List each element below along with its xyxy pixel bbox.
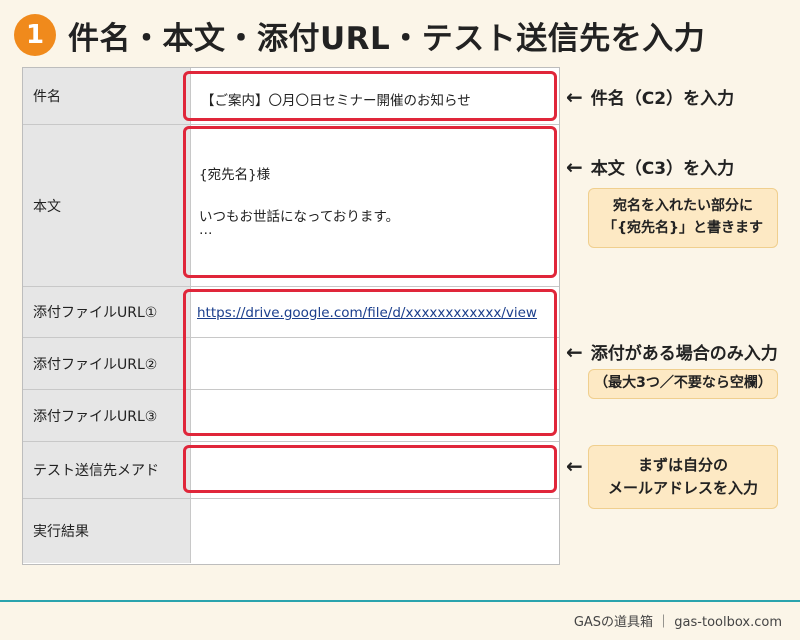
body-annotation-text: 本文（C3）を入力 (590, 159, 735, 179)
attach-note-text: （最大3つ／不要なら空欄） (594, 375, 772, 392)
page-title: 件名・本文・添付URL・テスト送信先を入力 (68, 20, 706, 57)
body-note-line-2: 「{宛先名}」と書きます (603, 220, 763, 236)
arrow-left-icon: ← (566, 84, 583, 109)
body-highlight-box (183, 126, 557, 278)
arrow-left-icon: ← (566, 339, 583, 364)
test-email-callout: まずは自分の メールアドレスを入力 (588, 445, 778, 509)
test-email-highlight-box (183, 445, 557, 493)
attachments-highlight-box (183, 289, 557, 436)
attach-annotation: ← 添付がある場合のみ入力 (566, 339, 778, 365)
arrow-left-icon: ← (566, 154, 583, 179)
test-email-line-1: まずは自分の (637, 455, 728, 474)
attach-note-callout: （最大3つ／不要なら空欄） (588, 369, 778, 399)
body-annotation: ← 本文（C3）を入力 (566, 154, 735, 180)
row-label-attachment-2: 添付ファイルURL② (23, 338, 191, 389)
row-label-test-email: テスト送信先メアド (23, 442, 191, 498)
subject-annotation: ← 件名（C2）を入力 (566, 84, 735, 110)
row-label-result: 実行結果 (23, 499, 191, 563)
row-label-body: 本文 (23, 125, 191, 286)
page-header: 1 件名・本文・添付URL・テスト送信先を入力 (14, 10, 705, 60)
row-label-attachment-1: 添付ファイルURL① (23, 287, 191, 337)
body-note-line-1: 宛名を入れたい部分に (613, 198, 753, 215)
footer-divider (0, 600, 800, 602)
step-number-badge: 1 (14, 14, 56, 56)
row-label-attachment-3: 添付ファイルURL③ (23, 390, 191, 441)
body-note-callout: 宛名を入れたい部分に 「{宛先名}」と書きます (588, 188, 778, 248)
footer-credit: GASの道具箱 ｜ gas-toolbox.com (573, 615, 782, 630)
attach-annotation-text: 添付がある場合のみ入力 (590, 344, 778, 364)
test-email-line-2: メールアドレスを入力 (607, 479, 758, 497)
subject-annotation-text: 件名（C2）を入力 (590, 89, 735, 109)
table-row: 実行結果 (23, 499, 559, 563)
result-cell[interactable] (181, 499, 559, 563)
arrow-left-icon: ← (566, 454, 583, 478)
row-label-subject: 件名 (23, 68, 191, 124)
subject-highlight-box (183, 71, 557, 121)
